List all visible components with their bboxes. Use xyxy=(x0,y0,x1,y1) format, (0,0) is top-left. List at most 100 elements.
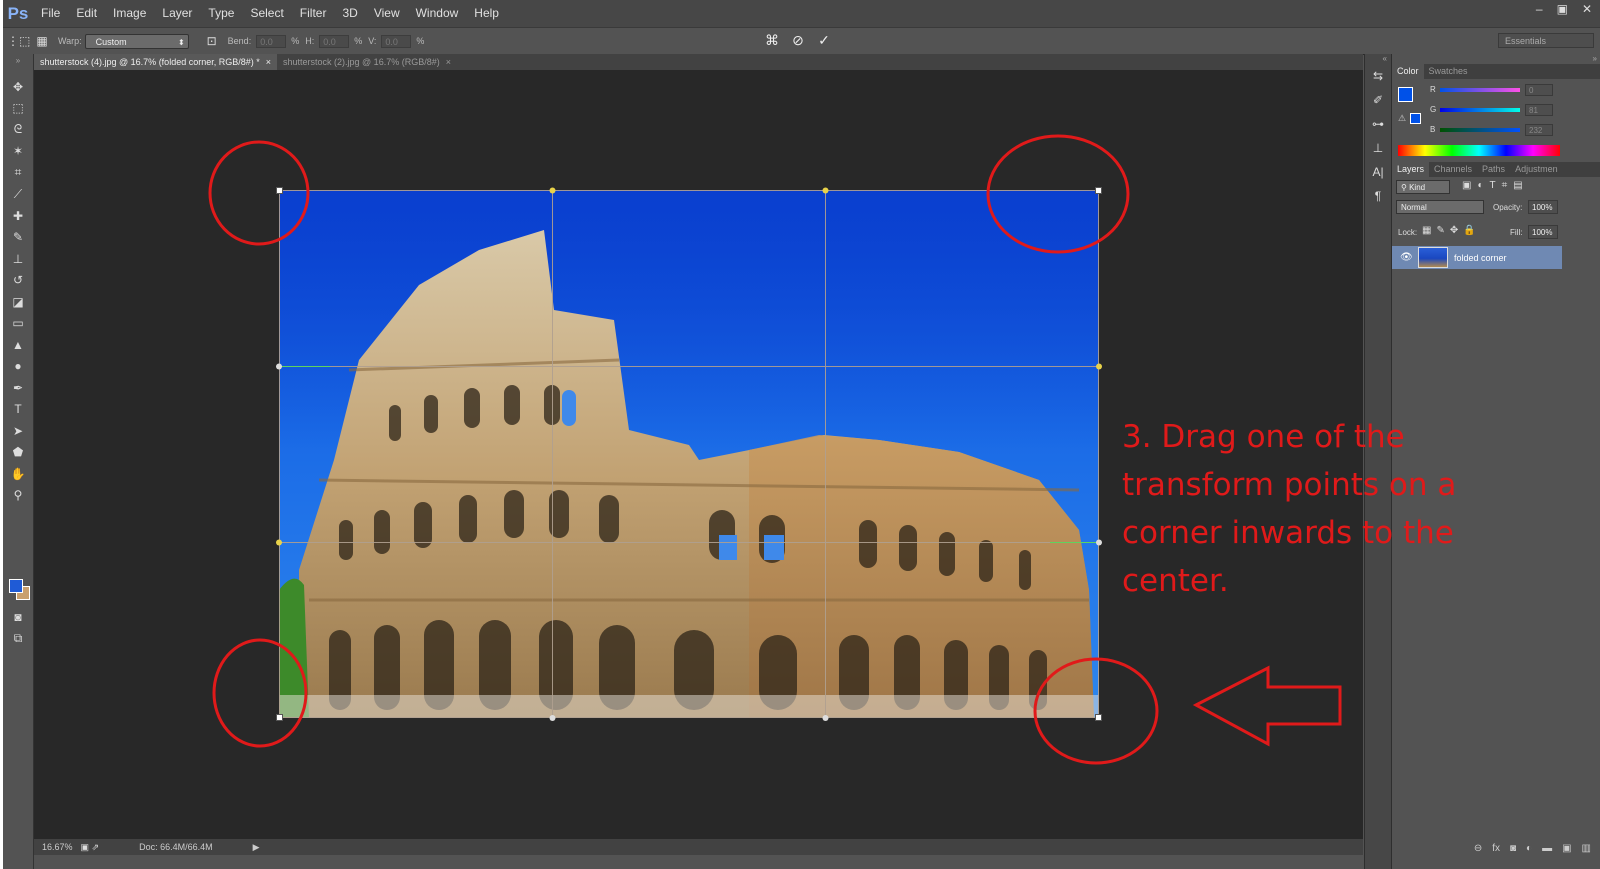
tab-layers[interactable]: Layers xyxy=(1392,162,1430,177)
character-panel-icon[interactable]: A| xyxy=(1365,160,1391,184)
opacity-field[interactable]: 100% xyxy=(1528,200,1558,214)
close-tab-icon[interactable]: × xyxy=(266,57,271,67)
history-panel-icon[interactable]: ⇆ xyxy=(1365,64,1391,88)
dock-collapse-icon[interactable]: « xyxy=(1365,54,1391,64)
channel-r-value[interactable]: 0 xyxy=(1525,84,1553,96)
trash-icon[interactable]: ▥ xyxy=(1582,843,1591,854)
menu-help[interactable]: Help xyxy=(466,0,507,27)
link-layers-icon[interactable]: ⊖ xyxy=(1474,843,1482,854)
menu-3d[interactable]: 3D xyxy=(334,0,365,27)
reference-point-icon[interactable]: ▦ xyxy=(33,33,51,49)
commit-transform-icon[interactable]: ✓ xyxy=(815,31,833,49)
quick-mask-icon[interactable]: ◙ xyxy=(3,606,33,628)
foreground-color-swatch[interactable] xyxy=(9,579,23,593)
h-percent: % xyxy=(354,36,363,46)
menu-image[interactable]: Image xyxy=(105,0,154,27)
options-bar: ⋮⬚ ▦ Warp: Custom ⊡ Bend: 0.0 % H: 0.0 %… xyxy=(3,27,1600,55)
tab-channels[interactable]: Channels xyxy=(1429,162,1477,177)
status-menu-arrow[interactable]: ▶ xyxy=(253,842,260,853)
menu-select[interactable]: Select xyxy=(242,0,291,27)
menu-type[interactable]: Type xyxy=(200,0,242,27)
warp-orientation-icon[interactable]: ⊡ xyxy=(203,33,221,49)
eraser-tool-icon[interactable]: ◪ xyxy=(3,291,33,313)
channel-r-slider[interactable] xyxy=(1440,88,1520,92)
lock-icons[interactable]: ▦✎✥🔒 xyxy=(1422,225,1481,236)
hand-tool-icon[interactable]: ✋ xyxy=(3,463,33,485)
eyedropper-tool-icon[interactable]: ⟋ xyxy=(3,184,33,206)
tab-swatches[interactable]: Swatches xyxy=(1424,64,1473,79)
minimize-button[interactable]: – xyxy=(1536,2,1543,16)
paragraph-panel-icon[interactable]: ¶ xyxy=(1365,184,1391,208)
tab-adjustments[interactable]: Adjustmen xyxy=(1510,162,1563,177)
magic-wand-tool-icon[interactable]: ✶ xyxy=(3,141,33,163)
new-group-icon[interactable]: ▬ xyxy=(1542,843,1552,854)
channel-b-slider[interactable] xyxy=(1440,128,1520,132)
move-tool-icon[interactable]: ✥ xyxy=(3,76,33,98)
new-layer-icon[interactable]: ▣ xyxy=(1562,843,1571,854)
color-spectrum-ramp[interactable] xyxy=(1398,145,1560,156)
clone-source-icon[interactable]: ⊥ xyxy=(1365,136,1391,160)
tab-paths[interactable]: Paths xyxy=(1477,162,1510,177)
adjustment-layer-icon[interactable]: ◐ xyxy=(1526,843,1532,854)
tool-preset-icon[interactable]: ⋮⬚ xyxy=(7,33,30,49)
crop-tool-icon[interactable]: ⌗ xyxy=(3,162,33,184)
lasso-tool-icon[interactable]: ᘓ xyxy=(3,119,33,141)
status-icons[interactable]: ▣ ⇗ xyxy=(81,842,100,853)
zoom-tool-icon[interactable]: ⚲ xyxy=(3,485,33,507)
clone-stamp-tool-icon[interactable]: ⊥ xyxy=(3,248,33,270)
menu-filter[interactable]: Filter xyxy=(292,0,335,27)
gradient-tool-icon[interactable]: ▭ xyxy=(3,313,33,335)
menu-window[interactable]: Window xyxy=(408,0,467,27)
layer-thumbnail xyxy=(1418,247,1448,268)
warp-select[interactable]: Custom xyxy=(84,33,189,50)
zoom-level[interactable]: 16.67% xyxy=(42,842,73,852)
channel-b-value[interactable]: 232 xyxy=(1525,124,1553,136)
layer-row-folded-corner[interactable]: 👁 folded corner xyxy=(1392,246,1562,269)
tab-shutterstock-2[interactable]: shutterstock (2).jpg @ 16.7% (RGB/8#) × xyxy=(277,54,457,70)
warp-toggle-icon[interactable]: ⌘ xyxy=(763,31,781,49)
layer-name[interactable]: folded corner xyxy=(1454,253,1507,263)
close-button[interactable]: ✕ xyxy=(1582,2,1592,16)
healing-brush-tool-icon[interactable]: ✚ xyxy=(3,205,33,227)
web-safe-swatch[interactable] xyxy=(1410,113,1421,124)
brush-presets-icon[interactable]: ✐ xyxy=(1365,88,1391,112)
bend-field[interactable]: 0.0 xyxy=(256,34,287,48)
dodge-tool-icon[interactable]: ● xyxy=(3,356,33,378)
gamut-warning-icon[interactable]: ⚠ xyxy=(1398,113,1406,124)
layer-filter-icons[interactable]: ▣◐T⌗▤ xyxy=(1462,180,1529,191)
marquee-tool-icon[interactable]: ⬚ xyxy=(3,98,33,120)
tab-shutterstock-4[interactable]: shutterstock (4).jpg @ 16.7% (folded cor… xyxy=(34,54,278,70)
cancel-transform-icon[interactable]: ⊘ xyxy=(789,31,807,49)
collapse-arrows-icon[interactable]: » xyxy=(3,54,33,76)
menu-edit[interactable]: Edit xyxy=(68,0,105,27)
visibility-eye-icon[interactable]: 👁 xyxy=(1400,252,1413,263)
type-tool-icon[interactable]: T xyxy=(3,399,33,421)
mask-icon[interactable]: ◙ xyxy=(1510,843,1516,854)
channel-g-slider[interactable] xyxy=(1440,108,1520,112)
shape-tool-icon[interactable]: ⬟ xyxy=(3,442,33,464)
path-selection-tool-icon[interactable]: ➤ xyxy=(3,420,33,442)
fx-icon[interactable]: fx xyxy=(1492,843,1500,854)
colosseum-photo[interactable] xyxy=(279,190,1099,718)
screen-mode-icon[interactable]: ⧉ xyxy=(3,628,33,650)
workspace-select[interactable]: Essentials xyxy=(1498,33,1594,48)
blend-mode-select[interactable]: Normal xyxy=(1396,200,1484,214)
menu-file[interactable]: File xyxy=(33,0,68,27)
h-field[interactable]: 0.0 xyxy=(319,34,350,48)
pen-tool-icon[interactable]: ✒ xyxy=(3,377,33,399)
close-tab-icon[interactable]: × xyxy=(446,57,451,67)
history-brush-tool-icon[interactable]: ↺ xyxy=(3,270,33,292)
menu-layer[interactable]: Layer xyxy=(154,0,200,27)
fill-field[interactable]: 100% xyxy=(1528,225,1558,239)
blur-tool-icon[interactable]: ▲ xyxy=(3,334,33,356)
brush-tool-icon[interactable]: ✎ xyxy=(3,227,33,249)
v-field[interactable]: 0.0 xyxy=(381,34,412,48)
panels-collapse-icon[interactable]: » xyxy=(1392,54,1600,64)
restore-button[interactable]: ▣ xyxy=(1557,2,1568,16)
menu-view[interactable]: View xyxy=(366,0,408,27)
color-foreground-swatch[interactable] xyxy=(1398,87,1413,102)
tab-color[interactable]: Color xyxy=(1392,64,1424,79)
channel-g-value[interactable]: 81 xyxy=(1525,104,1553,116)
adjust-panel-icon[interactable]: ⊶ xyxy=(1365,112,1391,136)
filter-kind-select[interactable]: ⚲ Kind xyxy=(1396,180,1450,194)
